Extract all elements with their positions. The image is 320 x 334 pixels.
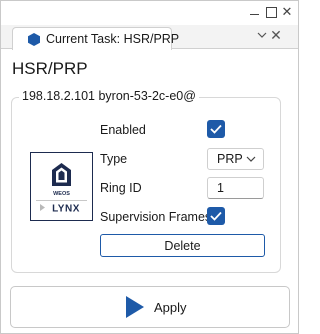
type-select[interactable]: PRP bbox=[207, 148, 264, 170]
chevron-down-icon bbox=[246, 156, 256, 162]
ring-id-label: Ring ID bbox=[100, 181, 142, 195]
supervision-frames-checkbox[interactable] bbox=[207, 207, 225, 225]
tab-strip: Current Task: HSR/PRP ✕ bbox=[1, 25, 298, 50]
weos-lynx-logo: WEOS LYNX bbox=[30, 152, 93, 221]
ring-id-input[interactable]: 1 bbox=[207, 177, 264, 199]
logo-text-weos: WEOS bbox=[53, 191, 70, 197]
window-titlebar: ✕ bbox=[1, 1, 298, 25]
delete-button[interactable]: Delete bbox=[100, 234, 265, 257]
apply-button[interactable]: Apply bbox=[10, 286, 290, 328]
device-legend: 198.18.2.101 byron-53-2c-e0@ bbox=[19, 89, 199, 103]
page-title: HSR/PRP bbox=[12, 59, 88, 78]
hexagon-icon bbox=[28, 33, 40, 46]
ring-id-value: 1 bbox=[217, 181, 224, 195]
play-icon bbox=[126, 296, 144, 318]
checkmark-icon bbox=[210, 124, 222, 134]
supervision-frames-label: Supervision Frames bbox=[100, 210, 212, 224]
enabled-checkbox[interactable] bbox=[207, 120, 225, 138]
apply-label: Apply bbox=[154, 300, 187, 315]
task-window: ✕ Current Task: HSR/PRP ✕ HSR/PRP 198.18… bbox=[0, 0, 299, 334]
tab-current-task[interactable]: Current Task: HSR/PRP bbox=[12, 27, 179, 50]
tab-label: Current Task: HSR/PRP bbox=[46, 32, 180, 46]
minimize-icon[interactable] bbox=[247, 5, 261, 19]
maximize-icon[interactable] bbox=[264, 5, 278, 19]
close-icon[interactable]: ✕ bbox=[280, 5, 294, 19]
type-label: Type bbox=[100, 152, 128, 166]
tab-close-icon[interactable]: ✕ bbox=[269, 28, 283, 42]
chevron-down-icon[interactable] bbox=[255, 29, 269, 43]
checkmark-icon bbox=[210, 211, 222, 221]
enabled-label: Enabled bbox=[100, 123, 146, 137]
type-select-value: PRP bbox=[217, 152, 243, 166]
logo-text-lynx: LYNX bbox=[52, 204, 80, 215]
